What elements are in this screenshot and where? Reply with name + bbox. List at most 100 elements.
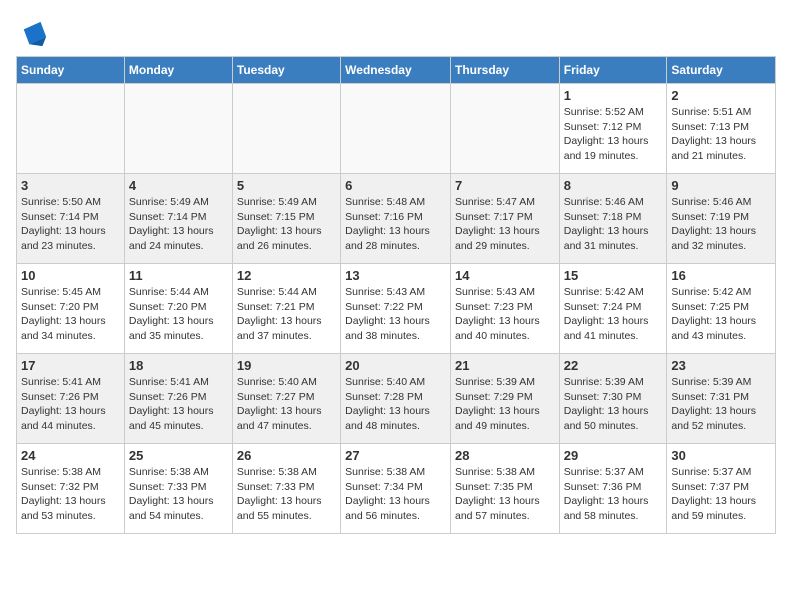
calendar-cell: 4 Sunrise: 5:49 AM Sunset: 7:14 PM Daylig…: [124, 174, 232, 264]
calendar-cell: 17 Sunrise: 5:41 AM Sunset: 7:26 PM Dayli…: [17, 354, 125, 444]
calendar-cell: [232, 84, 340, 174]
calendar-cell: 19Sunrise: 5:40 AM Sunset: 7:27 PM Dayli…: [232, 354, 340, 444]
day-number: 29: [564, 448, 663, 463]
calendar-cell: 21 Sunrise: 5:39 AM Sunset: 7:29 PM Dayli…: [450, 354, 559, 444]
day-number: 26: [237, 448, 336, 463]
calendar-cell: 7 Sunrise: 5:47 AM Sunset: 7:17 PM Daylig…: [450, 174, 559, 264]
day-number: 12: [237, 268, 336, 283]
day-info: Sunrise: 5:39 AM Sunset: 7:30 PM Dayligh…: [564, 375, 663, 434]
day-number: 1: [564, 88, 663, 103]
day-info: Sunrise: 5:48 AM Sunset: 7:16 PM Dayligh…: [345, 195, 446, 254]
calendar-week-row: 3 Sunrise: 5:50 AM Sunset: 7:14 PM Daylig…: [17, 174, 776, 264]
calendar-header-friday: Friday: [559, 57, 667, 84]
day-info: Sunrise: 5:45 AM Sunset: 7:20 PM Dayligh…: [21, 285, 120, 344]
calendar-cell: 28Sunrise: 5:38 AM Sunset: 7:35 PM Dayli…: [450, 444, 559, 534]
calendar-cell: 9Sunrise: 5:46 AM Sunset: 7:19 PM Daylig…: [667, 174, 776, 264]
calendar-header-sunday: Sunday: [17, 57, 125, 84]
calendar-cell: [450, 84, 559, 174]
calendar-cell: 16 Sunrise: 5:42 AM Sunset: 7:25 PM Dayli…: [667, 264, 776, 354]
logo-icon: [20, 20, 48, 48]
calendar-cell: 29 Sunrise: 5:37 AM Sunset: 7:36 PM Dayli…: [559, 444, 667, 534]
calendar-cell: [124, 84, 232, 174]
calendar-header-row: SundayMondayTuesdayWednesdayThursdayFrid…: [17, 57, 776, 84]
calendar-header-saturday: Saturday: [667, 57, 776, 84]
day-number: 11: [129, 268, 228, 283]
calendar-cell: 22 Sunrise: 5:39 AM Sunset: 7:30 PM Dayli…: [559, 354, 667, 444]
calendar-cell: 14Sunrise: 5:43 AM Sunset: 7:23 PM Dayli…: [450, 264, 559, 354]
day-number: 27: [345, 448, 446, 463]
day-info: Sunrise: 5:42 AM Sunset: 7:25 PM Dayligh…: [671, 285, 771, 344]
day-number: 28: [455, 448, 555, 463]
day-info: Sunrise: 5:38 AM Sunset: 7:32 PM Dayligh…: [21, 465, 120, 524]
day-info: Sunrise: 5:46 AM Sunset: 7:19 PM Dayligh…: [671, 195, 771, 254]
calendar-header-tuesday: Tuesday: [232, 57, 340, 84]
day-info: Sunrise: 5:50 AM Sunset: 7:14 PM Dayligh…: [21, 195, 120, 254]
day-number: 24: [21, 448, 120, 463]
day-info: Sunrise: 5:49 AM Sunset: 7:15 PM Dayligh…: [237, 195, 336, 254]
day-info: Sunrise: 5:41 AM Sunset: 7:26 PM Dayligh…: [129, 375, 228, 434]
day-number: 22: [564, 358, 663, 373]
day-info: Sunrise: 5:49 AM Sunset: 7:14 PM Dayligh…: [129, 195, 228, 254]
day-info: Sunrise: 5:40 AM Sunset: 7:27 PM Dayligh…: [237, 375, 336, 434]
logo: [16, 20, 48, 48]
calendar-header-monday: Monday: [124, 57, 232, 84]
day-info: Sunrise: 5:46 AM Sunset: 7:18 PM Dayligh…: [564, 195, 663, 254]
day-number: 18: [129, 358, 228, 373]
day-number: 6: [345, 178, 446, 193]
calendar-cell: 18 Sunrise: 5:41 AM Sunset: 7:26 PM Dayli…: [124, 354, 232, 444]
day-info: Sunrise: 5:37 AM Sunset: 7:37 PM Dayligh…: [671, 465, 771, 524]
day-number: 23: [671, 358, 771, 373]
day-number: 15: [564, 268, 663, 283]
day-info: Sunrise: 5:47 AM Sunset: 7:17 PM Dayligh…: [455, 195, 555, 254]
day-info: Sunrise: 5:37 AM Sunset: 7:36 PM Dayligh…: [564, 465, 663, 524]
calendar-cell: 24 Sunrise: 5:38 AM Sunset: 7:32 PM Dayli…: [17, 444, 125, 534]
calendar-cell: [341, 84, 451, 174]
day-number: 13: [345, 268, 446, 283]
calendar-cell: 23 Sunrise: 5:39 AM Sunset: 7:31 PM Dayli…: [667, 354, 776, 444]
day-number: 2: [671, 88, 771, 103]
day-info: Sunrise: 5:44 AM Sunset: 7:20 PM Dayligh…: [129, 285, 228, 344]
day-number: 3: [21, 178, 120, 193]
day-info: Sunrise: 5:39 AM Sunset: 7:31 PM Dayligh…: [671, 375, 771, 434]
day-info: Sunrise: 5:52 AM Sunset: 7:12 PM Dayligh…: [564, 105, 663, 164]
calendar-cell: 1 Sunrise: 5:52 AM Sunset: 7:12 PM Daylig…: [559, 84, 667, 174]
day-info: Sunrise: 5:43 AM Sunset: 7:23 PM Dayligh…: [455, 285, 555, 344]
day-number: 4: [129, 178, 228, 193]
calendar-cell: 6 Sunrise: 5:48 AM Sunset: 7:16 PM Daylig…: [341, 174, 451, 264]
calendar-week-row: 1 Sunrise: 5:52 AM Sunset: 7:12 PM Daylig…: [17, 84, 776, 174]
day-number: 20: [345, 358, 446, 373]
day-info: Sunrise: 5:38 AM Sunset: 7:33 PM Dayligh…: [129, 465, 228, 524]
calendar-cell: 15Sunrise: 5:42 AM Sunset: 7:24 PM Dayli…: [559, 264, 667, 354]
calendar-week-row: 24 Sunrise: 5:38 AM Sunset: 7:32 PM Dayli…: [17, 444, 776, 534]
calendar-cell: [17, 84, 125, 174]
calendar-table: SundayMondayTuesdayWednesdayThursdayFrid…: [16, 56, 776, 534]
calendar-week-row: 10 Sunrise: 5:45 AM Sunset: 7:20 PM Dayli…: [17, 264, 776, 354]
calendar-cell: 26 Sunrise: 5:38 AM Sunset: 7:33 PM Dayli…: [232, 444, 340, 534]
calendar-cell: 8 Sunrise: 5:46 AM Sunset: 7:18 PM Daylig…: [559, 174, 667, 264]
calendar-cell: 12Sunrise: 5:44 AM Sunset: 7:21 PM Dayli…: [232, 264, 340, 354]
day-info: Sunrise: 5:38 AM Sunset: 7:34 PM Dayligh…: [345, 465, 446, 524]
day-info: Sunrise: 5:38 AM Sunset: 7:33 PM Dayligh…: [237, 465, 336, 524]
day-info: Sunrise: 5:40 AM Sunset: 7:28 PM Dayligh…: [345, 375, 446, 434]
calendar-cell: 2 Sunrise: 5:51 AM Sunset: 7:13 PM Daylig…: [667, 84, 776, 174]
calendar-cell: 13Sunrise: 5:43 AM Sunset: 7:22 PM Dayli…: [341, 264, 451, 354]
calendar-cell: 25Sunrise: 5:38 AM Sunset: 7:33 PM Dayli…: [124, 444, 232, 534]
day-number: 30: [671, 448, 771, 463]
calendar-week-row: 17 Sunrise: 5:41 AM Sunset: 7:26 PM Dayli…: [17, 354, 776, 444]
calendar-cell: 27 Sunrise: 5:38 AM Sunset: 7:34 PM Dayli…: [341, 444, 451, 534]
day-number: 16: [671, 268, 771, 283]
day-info: Sunrise: 5:51 AM Sunset: 7:13 PM Dayligh…: [671, 105, 771, 164]
day-number: 8: [564, 178, 663, 193]
calendar-cell: 11 Sunrise: 5:44 AM Sunset: 7:20 PM Dayli…: [124, 264, 232, 354]
day-info: Sunrise: 5:41 AM Sunset: 7:26 PM Dayligh…: [21, 375, 120, 434]
calendar-cell: 10 Sunrise: 5:45 AM Sunset: 7:20 PM Dayli…: [17, 264, 125, 354]
page-header: [16, 16, 776, 48]
calendar-cell: 3 Sunrise: 5:50 AM Sunset: 7:14 PM Daylig…: [17, 174, 125, 264]
day-number: 10: [21, 268, 120, 283]
day-info: Sunrise: 5:39 AM Sunset: 7:29 PM Dayligh…: [455, 375, 555, 434]
day-number: 5: [237, 178, 336, 193]
day-number: 7: [455, 178, 555, 193]
day-number: 21: [455, 358, 555, 373]
calendar-cell: 20 Sunrise: 5:40 AM Sunset: 7:28 PM Dayli…: [341, 354, 451, 444]
day-number: 17: [21, 358, 120, 373]
